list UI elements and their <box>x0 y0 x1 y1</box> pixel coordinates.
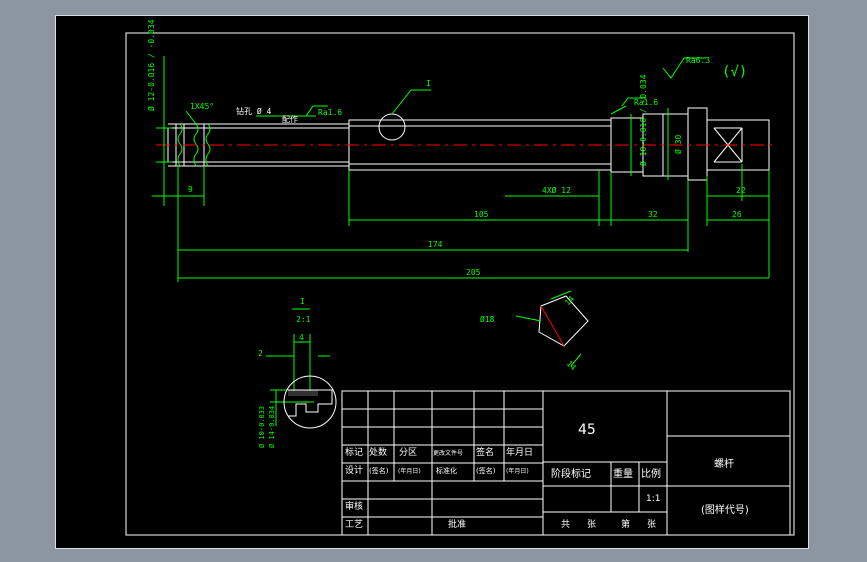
detail-tol-a: Ø 10-0.033 <box>258 406 266 448</box>
dim-32: 32 <box>648 210 658 219</box>
page-label: 第 <box>621 518 630 530</box>
tb-design-5: (签名) <box>476 466 496 475</box>
section-dia: Ø18 <box>480 314 495 324</box>
part-name: 螺杆 <box>714 458 734 470</box>
dimension-lines <box>152 56 770 282</box>
ratio-label: 比例 <box>641 467 661 480</box>
ratio-value: 1:1 <box>646 494 660 504</box>
section-w2: 14 <box>565 359 578 372</box>
roughness-symbol: (√) <box>722 64 747 80</box>
process-label: 工艺 <box>345 519 363 530</box>
sheets-label: 张 <box>587 519 596 530</box>
drawing-sheet: Ø 12-0.016 / -0.034 1X45° 钻孔 Ø 4 配作 Ra1.… <box>55 15 809 549</box>
detail-view: I 2:1 4 2 Ø 10-0.033 Ø 14-0.034 <box>258 297 337 448</box>
dim-26: 26 <box>732 210 742 219</box>
material: 45 <box>578 422 596 438</box>
stage-mark: 阶段标记 <box>551 467 591 480</box>
dim-205: 205 <box>466 268 481 277</box>
tb-mark-2: 处数 <box>369 446 387 458</box>
detail-scale: 2:1 <box>296 315 311 324</box>
tb-design-6: (年月日) <box>506 467 529 475</box>
tb-design-4: 标准化 <box>436 466 457 475</box>
detail-d2: 2 <box>258 349 263 358</box>
tb-mark-3: 分区 <box>399 447 417 458</box>
detail-label: I <box>300 297 305 306</box>
tb-design-2: (签名) <box>369 466 389 475</box>
total-label: 共 <box>561 519 570 530</box>
tb-mark-1: 标记 <box>345 446 363 458</box>
detail-d4: 4 <box>299 333 304 342</box>
dim-22: 22 <box>736 186 746 195</box>
tb-mark-6: 年月日 <box>506 446 533 458</box>
cad-drawing: Ø 12-0.016 / -0.034 1X45° 钻孔 Ø 4 配作 Ra1.… <box>125 19 795 536</box>
weight-label: 重量 <box>613 467 633 480</box>
tb-design-3: (年月日) <box>398 467 421 475</box>
tb-mark-4: 更改文件号 <box>433 449 463 457</box>
dim-9: 9 <box>188 185 193 194</box>
sheets2-label: 张 <box>647 519 656 530</box>
fit-note: 配作 <box>282 114 298 124</box>
drawing-number: (图样代号) <box>701 503 749 516</box>
detail-tol-b: Ø 14-0.034 <box>268 406 276 448</box>
roughness-general: Ra6.3 <box>686 56 710 65</box>
ra-left: Ra1.6 <box>318 108 342 117</box>
dia-top-tol: Ø 12-0.016 / -0.034 <box>146 19 156 111</box>
drill-hole-label: 钻孔 Ø 4 <box>236 106 271 116</box>
dia-collar: Ø 30 <box>673 135 683 154</box>
chamfer-label: 1X45° <box>190 102 214 111</box>
dim-4x12: 4XØ 12 <box>542 185 571 195</box>
detail-ref: I <box>426 79 431 88</box>
review-label: 审核 <box>345 500 363 512</box>
section-view: Ø18 14 14 <box>480 290 589 372</box>
tb-mark-5: 签名 <box>476 446 494 458</box>
dia-step-tol: Ø 18-0.016 / -0.034 <box>638 74 648 166</box>
dim-174: 174 <box>428 240 443 249</box>
approve-label: 批准 <box>448 518 466 530</box>
tb-design-1: 设计 <box>345 464 363 476</box>
dim-105: 105 <box>474 210 489 219</box>
